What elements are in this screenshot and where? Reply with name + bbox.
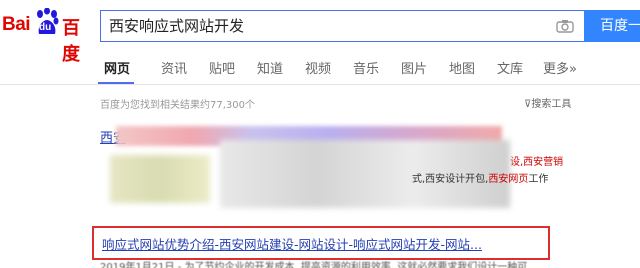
logo-bai-text: Bai [2,14,31,35]
tab-images[interactable]: 图片 [401,58,427,77]
logo-du-text: du [39,22,52,33]
tab-wenku[interactable]: 文库 [497,58,523,77]
tab-more[interactable]: 更多» [543,58,577,77]
tab-zhidao[interactable]: 知道 [257,58,283,77]
search-tabs: 网页 资讯 贴吧 知道 视频 音乐 图片 地图 文库 更多» [0,50,640,84]
search-tools-button[interactable]: ⊽搜索工具 [524,95,571,110]
search-button[interactable]: 百度一 [584,10,640,42]
header-divider [0,84,640,85]
result1-snippet-line1-tail: 设,西安营销 [510,157,564,168]
camera-icon[interactable] [556,19,574,33]
search-input[interactable] [109,16,539,34]
tab-tieba[interactable]: 贴吧 [209,58,235,77]
search-box [100,10,584,42]
result2-title-link[interactable]: 响应式网站优势介绍-西安网站建设-网站设计-响应式网站开发-网站... [102,234,482,253]
tab-news[interactable]: 资讯 [161,58,187,77]
search-tools-label: 搜索工具 [531,99,572,110]
result2-snippet: 2019年1月21日 - 为了节约企业的开发成本 .提高资源的利用效率 .这就必… [100,262,528,268]
result1-obscured-image [110,155,210,203]
tab-map[interactable]: 地图 [449,58,475,77]
result-count: 百度为您找到相关结果约77,300个 [100,100,255,111]
tab-music[interactable]: 音乐 [353,58,379,77]
tab-web[interactable]: 网页 [104,58,130,77]
tab-video[interactable]: 视频 [305,58,331,77]
result1-snippet-line2: 式,西安设计开包,西安网页工作 [412,174,549,185]
baidu-logo[interactable]: Bai du 百度 [2,6,96,65]
